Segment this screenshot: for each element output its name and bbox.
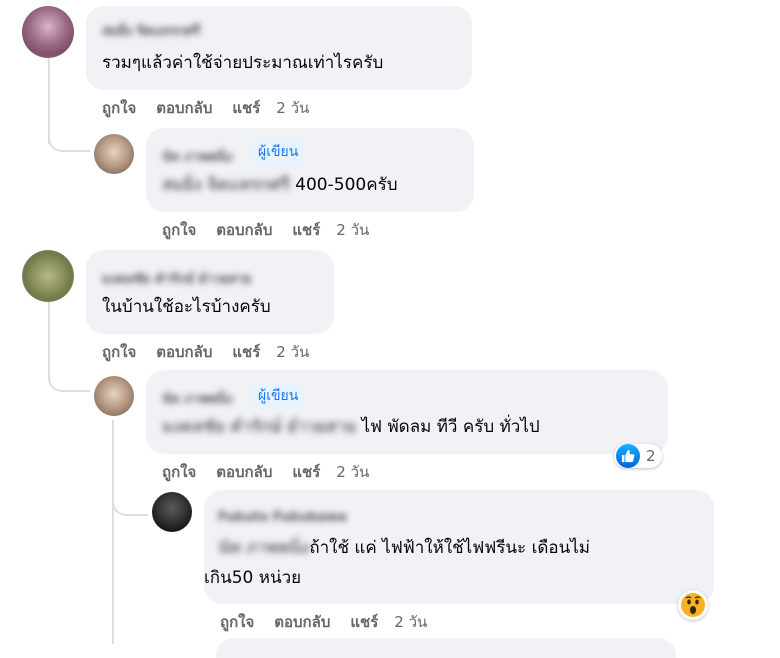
reply-button[interactable]: ตอบกลับ: [156, 99, 212, 117]
commenter-name[interactable]: นัท ภาพพนิ่ง: [162, 146, 232, 167]
comment-text: ในบ้านใช้อะไรบ้างครับ: [102, 297, 271, 317]
like-button[interactable]: ถูกใจ: [162, 463, 196, 481]
thread-connector: [48, 360, 90, 392]
comment-bubble: มงคลชัย คำรักษ์ ยำวยสาย ในบ้านใช้อะไรบ้า…: [86, 250, 334, 334]
commenter-name[interactable]: สมยิ่ง จิตแทรกศรี: [102, 20, 200, 41]
share-button[interactable]: แชร์: [232, 99, 260, 117]
reply-button[interactable]: ตอบกลับ: [216, 463, 272, 481]
commenter-name[interactable]: นัท ภาพพนิ่ง: [162, 388, 232, 409]
comment-body: ถ้าใช้ แค่ ไฟฟ้าให้ใช้ไฟฟรีนะ เดือนไม่: [309, 538, 591, 558]
comment-text: รวมๆแล้วค่าใช้จ่ายประมาณเท่าไรครับ: [102, 53, 384, 73]
mention-link[interactable]: นัท ภาพพนิ่ง: [218, 536, 309, 560]
comment-actions: ถูกใจ ตอบกลับ แชร์ 2 วัน: [220, 610, 447, 634]
like-button[interactable]: ถูกใจ: [102, 343, 136, 361]
avatar[interactable]: [22, 6, 74, 58]
share-button[interactable]: แชร์: [292, 463, 320, 481]
like-button[interactable]: ถูกใจ: [162, 221, 196, 239]
timestamp[interactable]: 2 วัน: [276, 99, 309, 117]
reaction-summary[interactable]: 2: [614, 444, 662, 468]
comment-text-line1: นัท ภาพพนิ่งถ้าใช้ แค่ ไฟฟ้าให้ใช้ไฟฟรีน…: [218, 536, 590, 560]
comment-bubble: นัท ภาพพนิ่ง ผู้เขียน มงคลชัย คำรักษ์ ยำ…: [146, 370, 668, 454]
thread-line: [112, 420, 114, 644]
comment-text: สมยิ่ง จิตแทรกศรี 400-500ครับ: [162, 173, 398, 197]
mention-link[interactable]: สมยิ่ง จิตแทรกศรี: [162, 173, 290, 197]
avatar[interactable]: [22, 250, 74, 302]
timestamp[interactable]: 2 วัน: [276, 343, 309, 361]
reply-button[interactable]: ตอบกลับ: [216, 221, 272, 239]
avatar[interactable]: [152, 492, 192, 532]
share-button[interactable]: แชร์: [232, 343, 260, 361]
timestamp[interactable]: 2 วัน: [336, 463, 369, 481]
wow-reaction-icon[interactable]: [678, 590, 708, 620]
comment-actions: ถูกใจ ตอบกลับ แชร์ 2 วัน: [162, 218, 389, 242]
share-button[interactable]: แชร์: [292, 221, 320, 239]
avatar[interactable]: [94, 134, 134, 174]
author-badge: ผู้เขียน: [252, 384, 305, 408]
mention-link[interactable]: มงคลชัย คำรักษ์ ยำวยสาย: [162, 415, 356, 439]
comment-body: ไฟ พัดลม ทีวี ครับ ทั่วไป: [356, 417, 540, 437]
comment-body: 400-500ครับ: [289, 175, 398, 195]
comment-text: มงคลชัย คำรักษ์ ยำวยสาย ไฟ พัดลม ทีวี คร…: [162, 415, 540, 439]
reply-button[interactable]: ตอบกลับ: [274, 613, 330, 631]
like-reaction-icon: [616, 444, 640, 468]
share-button[interactable]: แชร์: [350, 613, 378, 631]
author-badge: ผู้เขียน: [252, 140, 305, 164]
like-button[interactable]: ถูกใจ: [220, 613, 254, 631]
thread-connector: [48, 120, 90, 152]
comment-bubble: นัท ภาพพนิ่ง ผู้เขียน สมยิ่ง จิตแทรกศรี …: [146, 128, 474, 212]
comment-bubble: สมยิ่ง จิตแทรกศรี รวมๆแล้วค่าใช้จ่ายประม…: [86, 6, 472, 90]
comment-bubble: Fukuto Fukukawa นัท ภาพพนิ่งถ้าใช้ แค่ ไ…: [204, 490, 714, 604]
comment-actions: ถูกใจ ตอบกลับ แชร์ 2 วัน: [102, 96, 329, 120]
thread-connector: [112, 490, 148, 516]
reaction-count: 2: [646, 447, 656, 465]
commenter-name[interactable]: Fukuto Fukukawa: [218, 510, 347, 525]
timestamp[interactable]: 2 วัน: [394, 613, 427, 631]
comment-actions: ถูกใจ ตอบกลับ แชร์ 2 วัน: [162, 460, 389, 484]
commenter-name[interactable]: มงคลชัย คำรักษ์ ยำวยสาย: [102, 268, 251, 289]
reply-button[interactable]: ตอบกลับ: [156, 343, 212, 361]
like-button[interactable]: ถูกใจ: [102, 99, 136, 117]
comment-bubble-partial: [216, 638, 676, 658]
avatar[interactable]: [94, 376, 134, 416]
comment-text-line2: เกิน50 หน่วย: [204, 568, 302, 588]
comment-actions: ถูกใจ ตอบกลับ แชร์ 2 วัน: [102, 340, 329, 364]
timestamp[interactable]: 2 วัน: [336, 221, 369, 239]
